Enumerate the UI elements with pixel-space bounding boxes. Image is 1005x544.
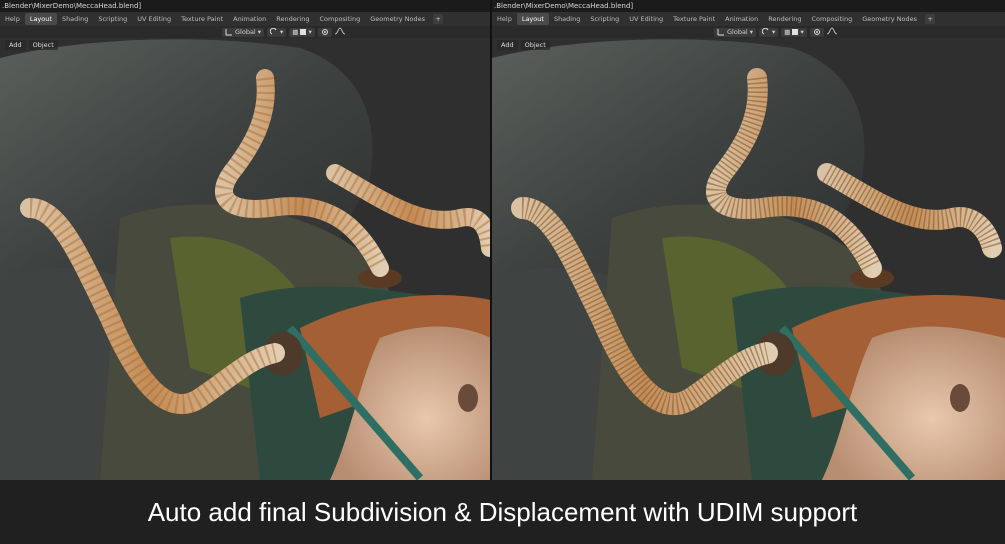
chevron-down-icon: ▾ (257, 27, 262, 36)
falloff-curve-icon[interactable] (334, 27, 345, 37)
snap-icon (270, 28, 277, 35)
square-icon (792, 29, 799, 35)
scene-render (492, 38, 1005, 480)
tab-rendering[interactable]: Rendering (271, 13, 314, 25)
grid-icon: ▩ (292, 27, 299, 36)
orientation-icon (717, 29, 724, 36)
menu-help[interactable]: Help (492, 15, 517, 23)
workspace-tabbar: Help Layout Shading Scripting UV Editing… (0, 12, 491, 26)
window-title: .Blender\MixerDemo\MeccaHead.blend] (0, 0, 491, 12)
tab-rendering[interactable]: Rendering (763, 13, 806, 25)
proportional-edit-toggle[interactable] (809, 27, 824, 37)
proportional-edit-icon (813, 29, 820, 35)
tab-geometry-nodes[interactable]: Geometry Nodes (857, 13, 922, 25)
tab-geometry-nodes[interactable]: Geometry Nodes (365, 13, 430, 25)
transform-tools: Global ▾ ▾ ▩ ▾ (714, 27, 837, 37)
transform-tools: Global ▾ ▾ ▩ ▾ (222, 27, 345, 37)
3d-viewport-scene[interactable] (492, 38, 1005, 480)
falloff-curve-icon[interactable] (826, 27, 837, 37)
proportional-edit-icon (321, 29, 328, 35)
chevron-down-icon: ▾ (772, 27, 776, 36)
viewport-header-menu: Add Object (5, 40, 58, 50)
tab-animation[interactable]: Animation (720, 13, 763, 25)
snap-icon (762, 28, 769, 35)
tab-texture-paint[interactable]: Texture Paint (668, 13, 720, 25)
workspace-tabbar: Help Layout Shading Scripting UV Editing… (492, 12, 1005, 26)
viewport-pane-left: .Blender\MixerDemo\MeccaHead.blend] Help… (0, 0, 491, 480)
tab-layout[interactable]: Layout (24, 13, 57, 25)
pivot-dropdown[interactable]: ▩ ▾ (289, 27, 315, 37)
snap-toggle[interactable]: ▾ (267, 27, 287, 37)
3d-viewport-scene[interactable] (0, 38, 491, 480)
chevron-down-icon: ▾ (749, 27, 754, 36)
chevron-down-icon: ▾ (800, 27, 804, 36)
object-menu-button[interactable]: Object (28, 40, 58, 50)
viewport-toolbar: Global ▾ ▾ ▩ ▾ (492, 26, 1005, 38)
chevron-down-icon: ▾ (308, 27, 312, 36)
tab-texture-paint[interactable]: Texture Paint (176, 13, 228, 25)
add-menu-button[interactable]: Add (497, 40, 518, 50)
scene-render (0, 38, 491, 480)
orientation-icon (225, 29, 232, 36)
chevron-down-icon: ▾ (280, 27, 284, 36)
square-icon (300, 29, 307, 35)
orientation-dropdown[interactable]: Global ▾ (714, 27, 757, 37)
plus-icon[interactable]: + (433, 14, 444, 24)
tab-shading[interactable]: Shading (57, 13, 93, 25)
plus-icon[interactable]: + (925, 14, 936, 24)
viewport-pane-right: .Blender\MixerDemo\MeccaHead.blend] Help… (492, 0, 1005, 480)
tab-uv-editing[interactable]: UV Editing (132, 13, 176, 25)
grid-icon: ▩ (784, 27, 791, 36)
proportional-edit-toggle[interactable] (317, 27, 332, 37)
tab-animation[interactable]: Animation (228, 13, 271, 25)
pivot-dropdown[interactable]: ▩ ▾ (781, 27, 807, 37)
caption-text: Auto add final Subdivision & Displacemen… (147, 497, 858, 527)
viewport-header-menu: Add Object (497, 40, 550, 50)
add-menu-button[interactable]: Add (5, 40, 26, 50)
viewport-toolbar: Global ▾ ▾ ▩ ▾ (0, 26, 491, 38)
menu-help[interactable]: Help (0, 15, 25, 23)
tab-shading[interactable]: Shading (549, 13, 585, 25)
orientation-label: Global (727, 27, 748, 36)
tab-layout[interactable]: Layout (516, 13, 549, 25)
tab-scripting[interactable]: Scripting (93, 13, 132, 25)
tab-uv-editing[interactable]: UV Editing (624, 13, 668, 25)
tab-scripting[interactable]: Scripting (585, 13, 624, 25)
tab-compositing[interactable]: Compositing (314, 13, 365, 25)
orientation-dropdown[interactable]: Global ▾ (222, 27, 265, 37)
object-menu-button[interactable]: Object (520, 40, 550, 50)
window-title: .Blender\MixerDemo\MeccaHead.blend] (492, 0, 1005, 12)
orientation-label: Global (235, 27, 256, 36)
tab-compositing[interactable]: Compositing (806, 13, 857, 25)
snap-toggle[interactable]: ▾ (759, 27, 779, 37)
